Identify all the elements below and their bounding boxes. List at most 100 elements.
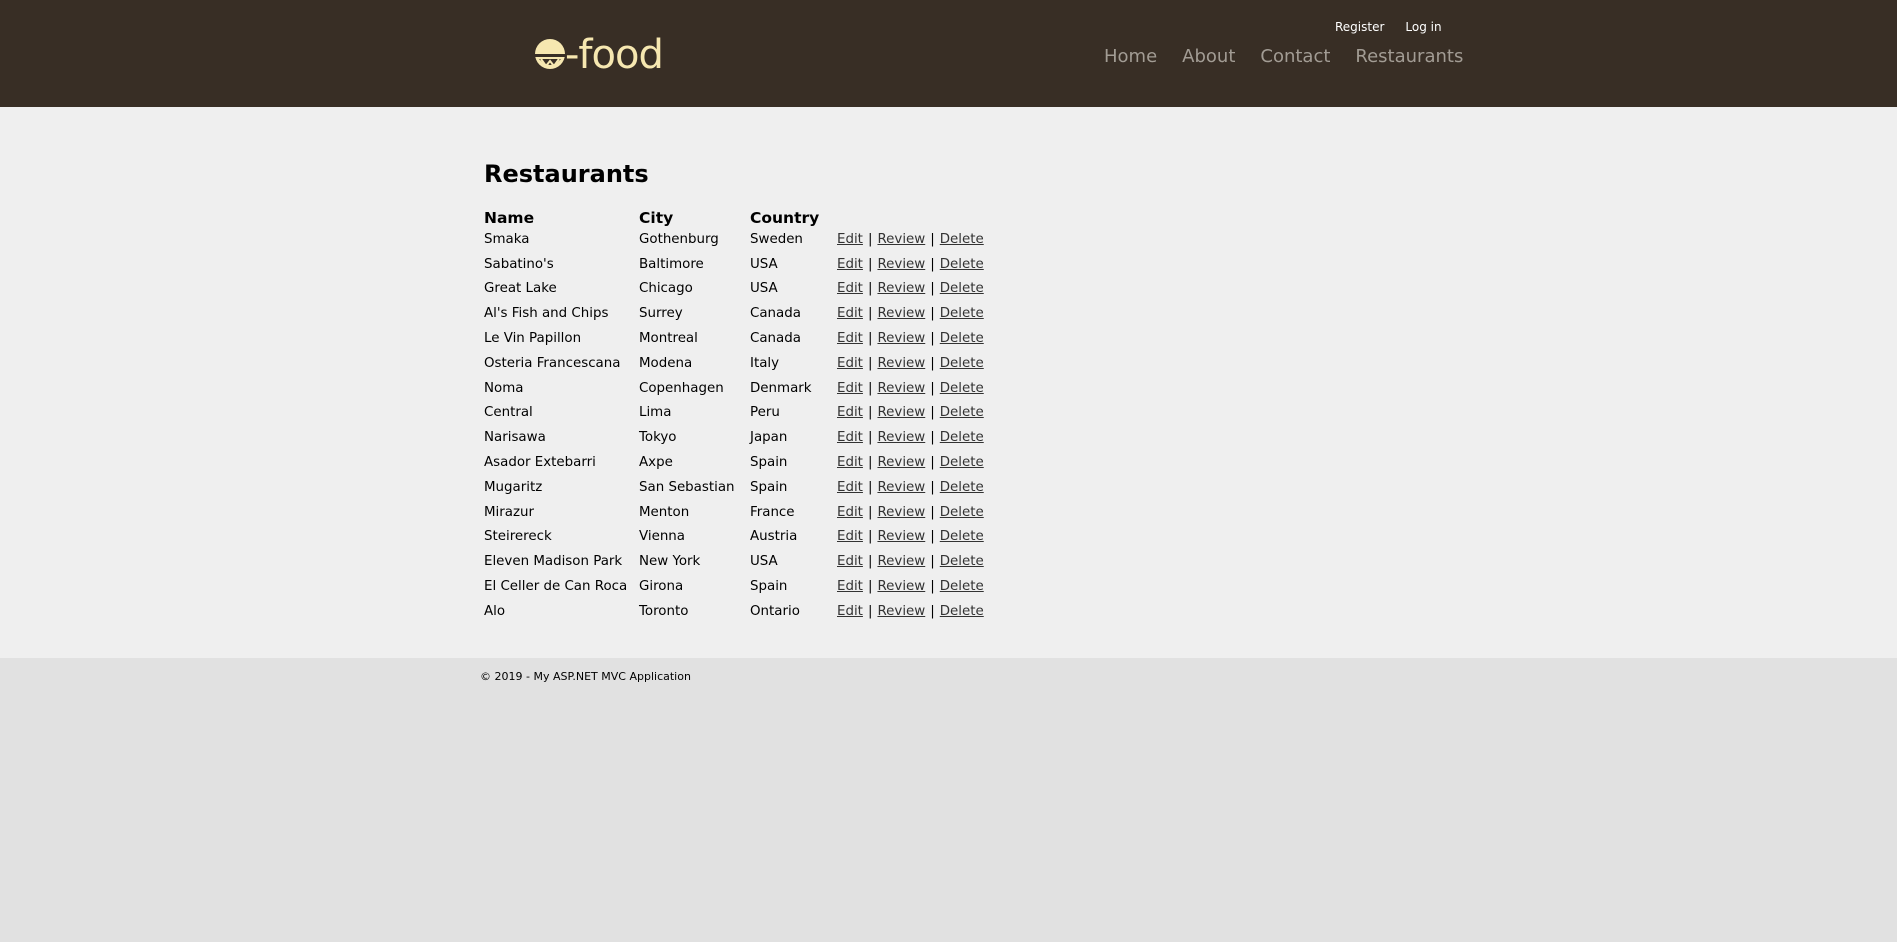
edit-link[interactable]: Edit xyxy=(837,331,863,346)
action-separator: | xyxy=(867,405,873,421)
cell-country: Japan xyxy=(750,430,788,446)
edit-link[interactable]: Edit xyxy=(837,430,863,445)
review-link[interactable]: Review xyxy=(877,430,925,445)
review-link[interactable]: Review xyxy=(877,505,925,520)
row-actions: Edit | Review | Delete xyxy=(837,599,984,624)
nav-restaurants[interactable]: Restaurants xyxy=(1355,46,1463,67)
cell-name: Noma xyxy=(484,380,524,396)
row-actions: Edit | Review | Delete xyxy=(837,574,984,599)
delete-link[interactable]: Delete xyxy=(940,554,984,569)
edit-link[interactable]: Edit xyxy=(837,356,863,371)
edit-link[interactable]: Edit xyxy=(837,257,863,272)
review-link[interactable]: Review xyxy=(877,554,925,569)
review-link[interactable]: Review xyxy=(877,529,925,544)
delete-link[interactable]: Delete xyxy=(940,405,984,420)
review-link[interactable]: Review xyxy=(877,257,925,272)
nav-home[interactable]: Home xyxy=(1104,46,1157,67)
edit-link[interactable]: Edit xyxy=(837,505,863,520)
delete-link[interactable]: Delete xyxy=(940,257,984,272)
delete-link[interactable]: Delete xyxy=(940,331,984,346)
delete-link[interactable]: Delete xyxy=(940,505,984,520)
cell-name: Osteria Francescana xyxy=(484,355,621,371)
cell-country: Canada xyxy=(750,331,801,347)
delete-link[interactable]: Delete xyxy=(940,232,984,247)
review-link[interactable]: Review xyxy=(877,604,925,619)
review-link[interactable]: Review xyxy=(877,281,925,296)
cell-country: Spain xyxy=(750,579,788,595)
login-link[interactable]: Log in xyxy=(1405,20,1441,34)
cell-country: USA xyxy=(750,281,778,297)
review-link[interactable]: Review xyxy=(877,405,925,420)
account-links: Register Log in xyxy=(1335,20,1442,34)
review-link[interactable]: Review xyxy=(877,579,925,594)
review-link[interactable]: Review xyxy=(877,232,925,247)
table-row: Central Lima Peru Edit | Review | Delete xyxy=(484,401,984,426)
main-nav: Home About Contact Restaurants xyxy=(1104,46,1463,67)
cell-city: Vienna xyxy=(639,529,686,545)
action-separator: | xyxy=(867,504,873,520)
action-separator: | xyxy=(867,231,873,247)
edit-link[interactable]: Edit xyxy=(837,480,863,495)
action-separator: | xyxy=(930,504,935,520)
cell-country: Canada xyxy=(750,306,801,322)
cell-city: Toronto xyxy=(639,603,689,619)
edit-link[interactable]: Edit xyxy=(837,381,863,396)
review-link[interactable]: Review xyxy=(877,306,925,321)
edit-link[interactable]: Edit xyxy=(837,554,863,569)
row-actions: Edit | Review | Delete xyxy=(837,227,984,252)
nav-contact[interactable]: Contact xyxy=(1260,46,1330,67)
edit-link[interactable]: Edit xyxy=(837,306,863,321)
row-actions: Edit | Review | Delete xyxy=(837,301,984,326)
edit-link[interactable]: Edit xyxy=(837,579,863,594)
logo-text: -food xyxy=(565,32,664,78)
restaurants-table: Name City Country Smaka Gothenburg Sweden E… xyxy=(484,203,984,624)
review-link[interactable]: Review xyxy=(877,356,925,371)
cell-country: USA xyxy=(750,256,778,272)
cell-name: Sabatino's xyxy=(484,256,554,272)
cell-city: Axpe xyxy=(639,455,673,471)
site-logo[interactable]: -food xyxy=(533,32,664,78)
cell-name: Great Lake xyxy=(484,281,557,297)
table-row: Smaka Gothenburg Sweden Edit | Review | Delete xyxy=(484,227,984,252)
cell-name: Steirereck xyxy=(484,529,552,545)
column-header-name: Name xyxy=(484,209,535,227)
row-actions: Edit | Review | Delete xyxy=(837,450,984,475)
review-link[interactable]: Review xyxy=(877,381,925,396)
edit-link[interactable]: Edit xyxy=(837,405,863,420)
delete-link[interactable]: Delete xyxy=(940,480,984,495)
edit-link[interactable]: Edit xyxy=(837,604,863,619)
delete-link[interactable]: Delete xyxy=(940,529,984,544)
edit-link[interactable]: Edit xyxy=(837,455,863,470)
delete-link[interactable]: Delete xyxy=(940,455,984,470)
cell-country: USA xyxy=(750,554,778,570)
delete-link[interactable]: Delete xyxy=(940,306,984,321)
cell-name: Central xyxy=(484,405,533,421)
action-separator: | xyxy=(930,455,935,471)
table-row: Great Lake Chicago USA Edit | Review | Delete xyxy=(484,277,984,302)
edit-link[interactable]: Edit xyxy=(837,529,863,544)
nav-about[interactable]: About xyxy=(1182,46,1235,67)
cell-city: Chicago xyxy=(639,281,693,297)
register-link[interactable]: Register xyxy=(1335,20,1384,34)
action-separator: | xyxy=(867,331,873,347)
delete-link[interactable]: Delete xyxy=(940,281,984,296)
cell-name: Asador Extebarri xyxy=(484,455,596,471)
edit-link[interactable]: Edit xyxy=(837,232,863,247)
edit-link[interactable]: Edit xyxy=(837,281,863,296)
review-link[interactable]: Review xyxy=(877,480,925,495)
delete-link[interactable]: Delete xyxy=(940,356,984,371)
delete-link[interactable]: Delete xyxy=(940,579,984,594)
review-link[interactable]: Review xyxy=(877,331,925,346)
table-row: Steirereck Vienna Austria Edit | Review | Delet… xyxy=(484,525,984,550)
delete-link[interactable]: Delete xyxy=(940,381,984,396)
cloche-icon xyxy=(533,39,567,69)
delete-link[interactable]: Delete xyxy=(940,604,984,619)
cell-name: Le Vin Papillon xyxy=(484,331,582,347)
row-actions: Edit | Review | Delete xyxy=(837,549,984,574)
footer-text: © 2019 - My ASP.NET MVC Application xyxy=(480,670,691,683)
action-separator: | xyxy=(930,380,935,396)
delete-link[interactable]: Delete xyxy=(940,430,984,445)
row-actions: Edit | Review | Delete xyxy=(837,351,984,376)
cell-city: Baltimore xyxy=(639,256,704,272)
review-link[interactable]: Review xyxy=(877,455,925,470)
